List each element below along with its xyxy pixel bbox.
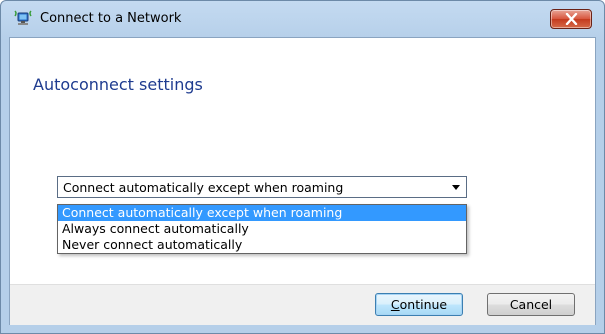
- continue-button[interactable]: Continue: [375, 293, 463, 316]
- close-button[interactable]: [550, 9, 592, 29]
- autoconnect-select[interactable]: Connect automatically except when roamin…: [57, 176, 467, 198]
- option-never[interactable]: Never connect automatically: [58, 237, 466, 253]
- option-except-roaming[interactable]: Connect automatically except when roamin…: [58, 205, 466, 221]
- continue-label: ontinue: [399, 297, 448, 312]
- close-icon: [565, 13, 578, 25]
- chevron-down-icon[interactable]: [452, 185, 460, 190]
- button-bar: Continue Cancel: [10, 284, 595, 325]
- page-title: Autoconnect settings: [33, 75, 203, 94]
- option-always[interactable]: Always connect automatically: [58, 221, 466, 237]
- select-value: Connect automatically except when roamin…: [63, 180, 344, 195]
- dropdown-list: Connect automatically except when roamin…: [57, 204, 467, 254]
- continue-accel: C: [390, 297, 400, 312]
- window-title: Connect to a Network: [40, 11, 182, 26]
- title-bar[interactable]: Connect to a Network: [1, 1, 604, 37]
- network-icon: [14, 10, 32, 28]
- cancel-button[interactable]: Cancel: [487, 293, 575, 316]
- dialog-window: Connect to a Network Autoconnect setting…: [0, 0, 605, 334]
- dialog-content: Autoconnect settings Connect automatical…: [9, 37, 596, 325]
